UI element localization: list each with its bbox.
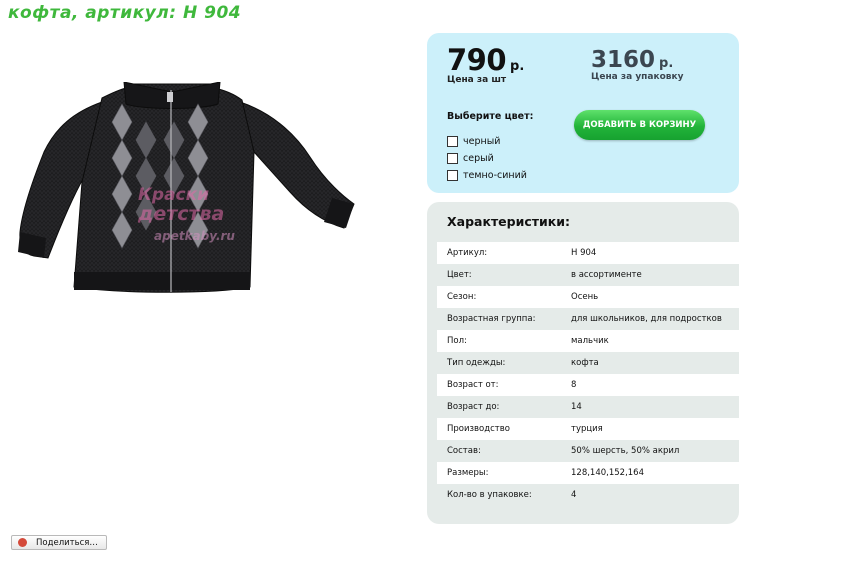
spec-value: в ассортименте (571, 270, 642, 280)
specs-heading: Характеристики: (447, 214, 571, 229)
spec-value: H 904 (571, 248, 597, 258)
table-row: Состав: 50% шерсть, 50% акрил (437, 440, 739, 462)
spec-value: мальчик (571, 336, 609, 346)
spec-value: 128,140,152,164 (571, 468, 645, 478)
color-options: черный серый темно-синий (447, 133, 527, 184)
table-row: Возраст от: 8 (437, 374, 739, 396)
spec-value: 4 (571, 490, 577, 500)
color-checkbox[interactable] (447, 135, 458, 147)
table-row: Тип одежды: кофта (437, 352, 739, 374)
spec-value: турция (571, 424, 603, 434)
color-checkbox[interactable] (447, 169, 458, 181)
color-option-label: серый (463, 152, 494, 164)
table-row: Цвет: в ассортименте (437, 264, 739, 286)
spec-key: Сезон: (447, 292, 477, 302)
spec-key: Возраст до: (447, 402, 500, 412)
table-row: Сезон: Осень (437, 286, 739, 308)
table-row: Кол-во в упаковке: 4 (437, 484, 739, 506)
unit-price: 790 р. Цена за шт (447, 43, 524, 85)
table-row: Размеры: 128,140,152,164 (437, 462, 739, 484)
share-icon (18, 538, 27, 547)
unit-price-amount: 790 (447, 43, 507, 77)
svg-text:детства: детства (137, 203, 224, 225)
svg-text:apetkaby.ru: apetkaby.ru (154, 229, 235, 243)
spec-key: Возрастная группа: (447, 314, 536, 324)
svg-text:Краски: Краски (138, 185, 209, 205)
spec-key: Тип одежды: (447, 358, 506, 368)
spec-key: Кол-во в упаковке: (447, 490, 532, 500)
spec-value: кофта (571, 358, 599, 368)
product-image[interactable]: Краски детства apetkaby.ru (14, 81, 359, 302)
spec-key: Артикул: (447, 248, 488, 258)
spec-value: 8 (571, 380, 577, 390)
table-row: Производство турция (437, 418, 739, 440)
spec-key: Цвет: (447, 270, 472, 280)
spec-key: Размеры: (447, 468, 489, 478)
spec-value: для школьников, для подростков (571, 314, 722, 324)
sweater-illustration: Краски детства apetkaby.ru (18, 81, 355, 293)
color-option-label: черный (463, 135, 501, 147)
color-option-gray[interactable]: серый (447, 150, 527, 166)
table-row: Пол: мальчик (437, 330, 739, 352)
share-label: Поделиться… (36, 537, 98, 548)
table-row: Возрастная группа: для школьников, для п… (437, 308, 739, 330)
unit-price-currency: р. (510, 59, 525, 74)
color-option-navy[interactable]: темно-синий (447, 167, 527, 183)
table-row: Артикул: H 904 (437, 242, 739, 264)
price-panel: 790 р. Цена за шт 3160 р. Цена за упаковку… (427, 33, 739, 193)
spec-value: Осень (571, 292, 599, 302)
pack-price-currency: р. (659, 56, 674, 71)
add-to-cart-button[interactable]: ДОБАВИТЬ В КОРЗИНУ (574, 110, 705, 140)
color-checkbox[interactable] (447, 152, 458, 164)
spec-key: Производство (447, 424, 510, 434)
spec-key: Пол: (447, 336, 467, 346)
spec-key: Возраст от: (447, 380, 499, 390)
pack-price: 3160 р. Цена за упаковку (591, 47, 683, 82)
share-button[interactable]: Поделиться… (11, 535, 107, 550)
page-title: кофта, артикул: H 904 (8, 3, 242, 23)
color-choice-heading: Выберите цвет: (447, 111, 534, 122)
pack-price-amount: 3160 (591, 47, 656, 73)
spec-value: 50% шерсть, 50% акрил (571, 446, 680, 456)
spec-value: 14 (571, 402, 582, 412)
spec-key: Состав: (447, 446, 481, 456)
pack-price-caption: Цена за упаковку (591, 72, 684, 82)
specs-panel: Характеристики: Артикул: H 904 Цвет: в а… (427, 202, 739, 524)
specs-table: Артикул: H 904 Цвет: в ассортименте Сезо… (437, 242, 739, 506)
table-row: Возраст до: 14 (437, 396, 739, 418)
color-option-black[interactable]: черный (447, 133, 527, 149)
color-option-label: темно-синий (463, 169, 527, 181)
